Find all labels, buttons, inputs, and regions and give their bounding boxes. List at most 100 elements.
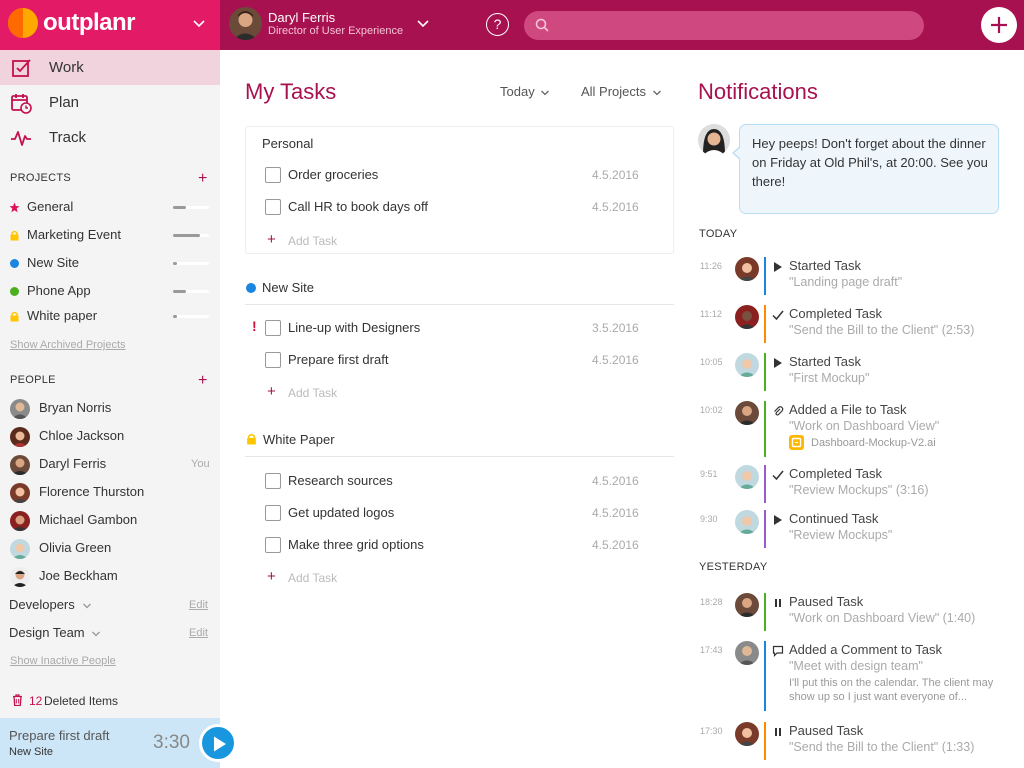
activity-detail[interactable]: "Work on Dashboard View" bbox=[789, 419, 939, 433]
user-avatar[interactable] bbox=[229, 7, 262, 40]
help-button[interactable]: ? bbox=[486, 13, 509, 36]
project-filter[interactable]: All Projects bbox=[581, 84, 661, 99]
project-label: Marketing Event bbox=[27, 227, 121, 242]
timer-time: 3:30 bbox=[153, 732, 190, 753]
add-person-button[interactable]: + bbox=[198, 373, 207, 389]
project-progress bbox=[173, 234, 209, 237]
task-checkbox[interactable] bbox=[265, 505, 281, 521]
deleted-items[interactable]: 12 Deleted Items bbox=[0, 690, 220, 712]
nav-plan-label: Plan bbox=[49, 94, 80, 111]
project-label: Phone App bbox=[27, 283, 91, 298]
play-button[interactable] bbox=[199, 724, 237, 762]
task-row[interactable]: Order groceries 4.5.2016 bbox=[245, 159, 674, 191]
date-filter[interactable]: Today bbox=[500, 84, 549, 99]
task-row[interactable]: Make three grid options 4.5.2016 bbox=[245, 529, 674, 561]
person-item[interactable]: Chloe Jackson bbox=[0, 423, 220, 451]
active-timer[interactable]: Prepare first draft New Site 3:30 bbox=[0, 718, 220, 768]
lock-icon bbox=[247, 433, 256, 445]
search-input[interactable] bbox=[556, 15, 911, 36]
plus-icon: + bbox=[267, 568, 276, 585]
person-item[interactable]: Daryl Ferris You bbox=[0, 451, 220, 479]
task-checkbox[interactable] bbox=[265, 199, 281, 215]
project-item-general[interactable]: General bbox=[0, 196, 220, 218]
task-label[interactable]: Call HR to book days off bbox=[288, 199, 428, 214]
nav-work[interactable]: Work bbox=[0, 50, 220, 85]
task-label[interactable]: Prepare first draft bbox=[288, 352, 388, 367]
group-design-team[interactable]: Design Team Edit bbox=[0, 620, 220, 646]
file-name[interactable]: Dashboard-Mockup-V2.ai bbox=[811, 437, 936, 449]
add-button[interactable] bbox=[981, 7, 1017, 43]
activity-item[interactable]: 11:26 Started Task "Landing page draft" bbox=[698, 257, 1008, 295]
task-label[interactable]: Order groceries bbox=[288, 167, 378, 182]
activity-item[interactable]: 17:43 Added a Comment to Task "Meet with… bbox=[698, 641, 1008, 711]
person-item[interactable]: Olivia Green bbox=[0, 535, 220, 563]
chevron-down-icon[interactable] bbox=[82, 601, 92, 611]
avatar bbox=[10, 399, 30, 419]
chevron-down-icon[interactable] bbox=[91, 629, 101, 639]
project-item-phone-app[interactable]: Phone App bbox=[0, 280, 220, 302]
add-task-button[interactable]: + Add Task bbox=[245, 228, 445, 252]
task-label[interactable]: Line-up with Designers bbox=[288, 320, 420, 335]
nav-track[interactable]: Track bbox=[0, 120, 220, 155]
activity-detail[interactable]: "First Mockup" bbox=[789, 371, 869, 385]
group-label: Developers bbox=[9, 597, 75, 612]
task-row[interactable]: Get updated logos 4.5.2016 bbox=[245, 497, 674, 529]
activity-item[interactable]: 11:12 Completed Task "Send the Bill to t… bbox=[698, 305, 1008, 343]
task-row[interactable]: Call HR to book days off 4.5.2016 bbox=[245, 191, 674, 223]
person-item[interactable]: Joe Beckham bbox=[0, 563, 220, 591]
activity-detail[interactable]: "Review Mockups" bbox=[789, 528, 892, 542]
avatar bbox=[10, 427, 30, 447]
activity-detail[interactable]: "Meet with design team" bbox=[789, 659, 923, 673]
person-item[interactable]: Michael Gambon bbox=[0, 507, 220, 535]
add-task-button[interactable]: + Add Task bbox=[245, 380, 445, 404]
activity-detail[interactable]: "Landing page draft" bbox=[789, 275, 902, 289]
add-project-button[interactable]: + bbox=[198, 171, 207, 187]
play-icon bbox=[774, 515, 782, 525]
activity-detail[interactable]: "Send the Bill to the Client" (1:33) bbox=[789, 740, 974, 754]
task-checkbox[interactable] bbox=[265, 320, 281, 336]
activity-item[interactable]: 9:30 Continued Task "Review Mockups" bbox=[698, 510, 1008, 548]
activity-detail[interactable]: "Review Mockups" (3:16) bbox=[789, 483, 928, 497]
activity-item[interactable]: 9:51 Completed Task "Review Mockups" (3:… bbox=[698, 465, 1008, 503]
person-name: Joe Beckham bbox=[39, 568, 118, 583]
activity-item[interactable]: 10:02 Added a File to Task "Work on Dash… bbox=[698, 401, 1008, 457]
edit-group-link[interactable]: Edit bbox=[189, 599, 208, 611]
project-item-white-paper[interactable]: White paper bbox=[0, 305, 220, 327]
user-name[interactable]: Daryl Ferris bbox=[268, 10, 335, 25]
pause-icon bbox=[775, 599, 781, 607]
chevron-down-icon[interactable] bbox=[416, 17, 430, 31]
activity-item[interactable]: 10:05 Started Task "First Mockup" bbox=[698, 353, 1008, 391]
task-checkbox[interactable] bbox=[265, 352, 281, 368]
activity-detail[interactable]: "Send the Bill to the Client" (2:53) bbox=[789, 323, 974, 337]
task-checkbox[interactable] bbox=[265, 537, 281, 553]
project-item-new-site[interactable]: New Site bbox=[0, 252, 220, 274]
activity-action: Paused Task bbox=[789, 723, 864, 738]
task-label[interactable]: Make three grid options bbox=[288, 537, 424, 552]
activity-item[interactable]: 17:30 Paused Task "Send the Bill to the … bbox=[698, 722, 1008, 760]
add-task-button[interactable]: + Add Task bbox=[245, 565, 445, 589]
search-bar[interactable] bbox=[524, 11, 924, 40]
show-inactive-link[interactable]: Show Inactive People bbox=[10, 655, 116, 667]
person-item[interactable]: Florence Thurston bbox=[0, 479, 220, 507]
nav-plan[interactable]: Plan bbox=[0, 85, 220, 120]
group-developers[interactable]: Developers Edit bbox=[0, 592, 220, 618]
avatar bbox=[735, 465, 759, 489]
brand-menu[interactable]: outplanr bbox=[0, 0, 220, 50]
show-archived-link[interactable]: Show Archived Projects bbox=[10, 339, 126, 351]
task-checkbox[interactable] bbox=[265, 473, 281, 489]
task-row[interactable]: ! Line-up with Designers 3.5.2016 bbox=[245, 312, 674, 344]
task-label[interactable]: Research sources bbox=[288, 473, 393, 488]
project-item-marketing-event[interactable]: Marketing Event bbox=[0, 224, 220, 246]
task-checkbox[interactable] bbox=[265, 167, 281, 183]
task-label[interactable]: Get updated logos bbox=[288, 505, 394, 520]
person-item[interactable]: Bryan Norris bbox=[0, 395, 220, 423]
activity-item[interactable]: 18:28 Paused Task "Work on Dashboard Vie… bbox=[698, 593, 1008, 631]
chevron-down-icon[interactable] bbox=[192, 17, 206, 31]
task-row[interactable]: Prepare first draft 4.5.2016 bbox=[245, 344, 674, 376]
check-icon bbox=[772, 310, 784, 321]
task-row[interactable]: Research sources 4.5.2016 bbox=[245, 465, 674, 497]
edit-group-link[interactable]: Edit bbox=[189, 627, 208, 639]
date-filter-label: Today bbox=[500, 84, 535, 99]
lock-icon bbox=[10, 311, 19, 322]
activity-detail[interactable]: "Work on Dashboard View" (1:40) bbox=[789, 611, 975, 625]
